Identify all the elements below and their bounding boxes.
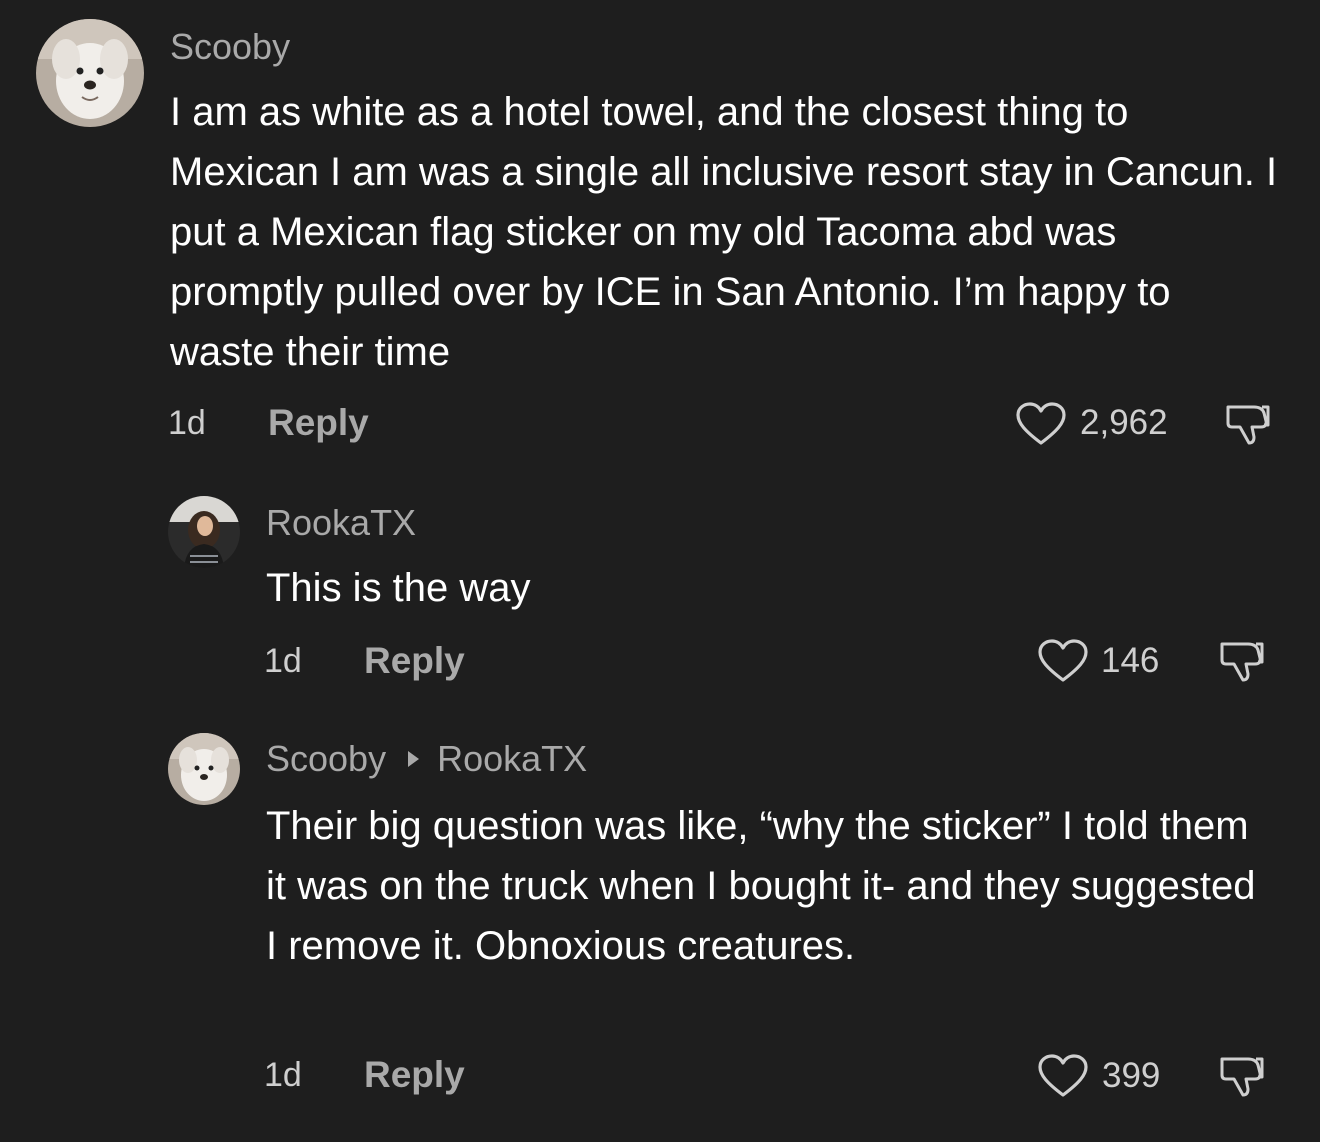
- heart-icon[interactable]: [1015, 401, 1067, 447]
- reply-author[interactable]: Scooby: [266, 738, 386, 779]
- avatar[interactable]: [36, 19, 144, 127]
- like-count: 2,962: [1080, 403, 1168, 442]
- comment-timestamp: 1d: [264, 1056, 302, 1094]
- comment-item: Scooby I am as white as a hotel towel, a…: [0, 0, 1320, 470]
- comment-text: Their big question was like, “why the st…: [266, 804, 1256, 968]
- comment-text: This is the way: [266, 566, 531, 610]
- like-count: 399: [1102, 1056, 1161, 1095]
- reply-button[interactable]: Reply: [268, 402, 369, 444]
- avatar[interactable]: [168, 733, 240, 805]
- dislike-icon[interactable]: [1222, 399, 1272, 449]
- comment-username[interactable]: Scooby: [170, 26, 290, 68]
- reply-item: Scooby RookaTX Their big question was lik…: [0, 720, 1320, 1142]
- dislike-icon[interactable]: [1216, 636, 1266, 686]
- dog-avatar-icon: [168, 733, 240, 805]
- reply-item: RookaTX This is the way 1d Reply 146: [0, 470, 1320, 720]
- heart-icon[interactable]: [1037, 638, 1089, 684]
- person-avatar-icon: [168, 496, 240, 568]
- reply-to-username[interactable]: RookaTX: [437, 738, 587, 779]
- comment-text: I am as white as a hotel towel, and the …: [170, 90, 1278, 374]
- reply-to-arrow-icon: [408, 751, 420, 767]
- reply-button[interactable]: Reply: [364, 1054, 465, 1096]
- heart-icon[interactable]: [1037, 1053, 1089, 1099]
- comment-username[interactable]: RookaTX: [266, 502, 416, 544]
- dislike-icon[interactable]: [1216, 1051, 1266, 1101]
- comment-timestamp: 1d: [264, 642, 302, 680]
- comment-timestamp: 1d: [168, 404, 206, 442]
- comment-username: Scooby RookaTX: [266, 738, 587, 780]
- like-count: 146: [1101, 641, 1160, 680]
- avatar[interactable]: [168, 496, 240, 568]
- reply-button[interactable]: Reply: [364, 640, 465, 682]
- dog-avatar-icon: [36, 19, 144, 127]
